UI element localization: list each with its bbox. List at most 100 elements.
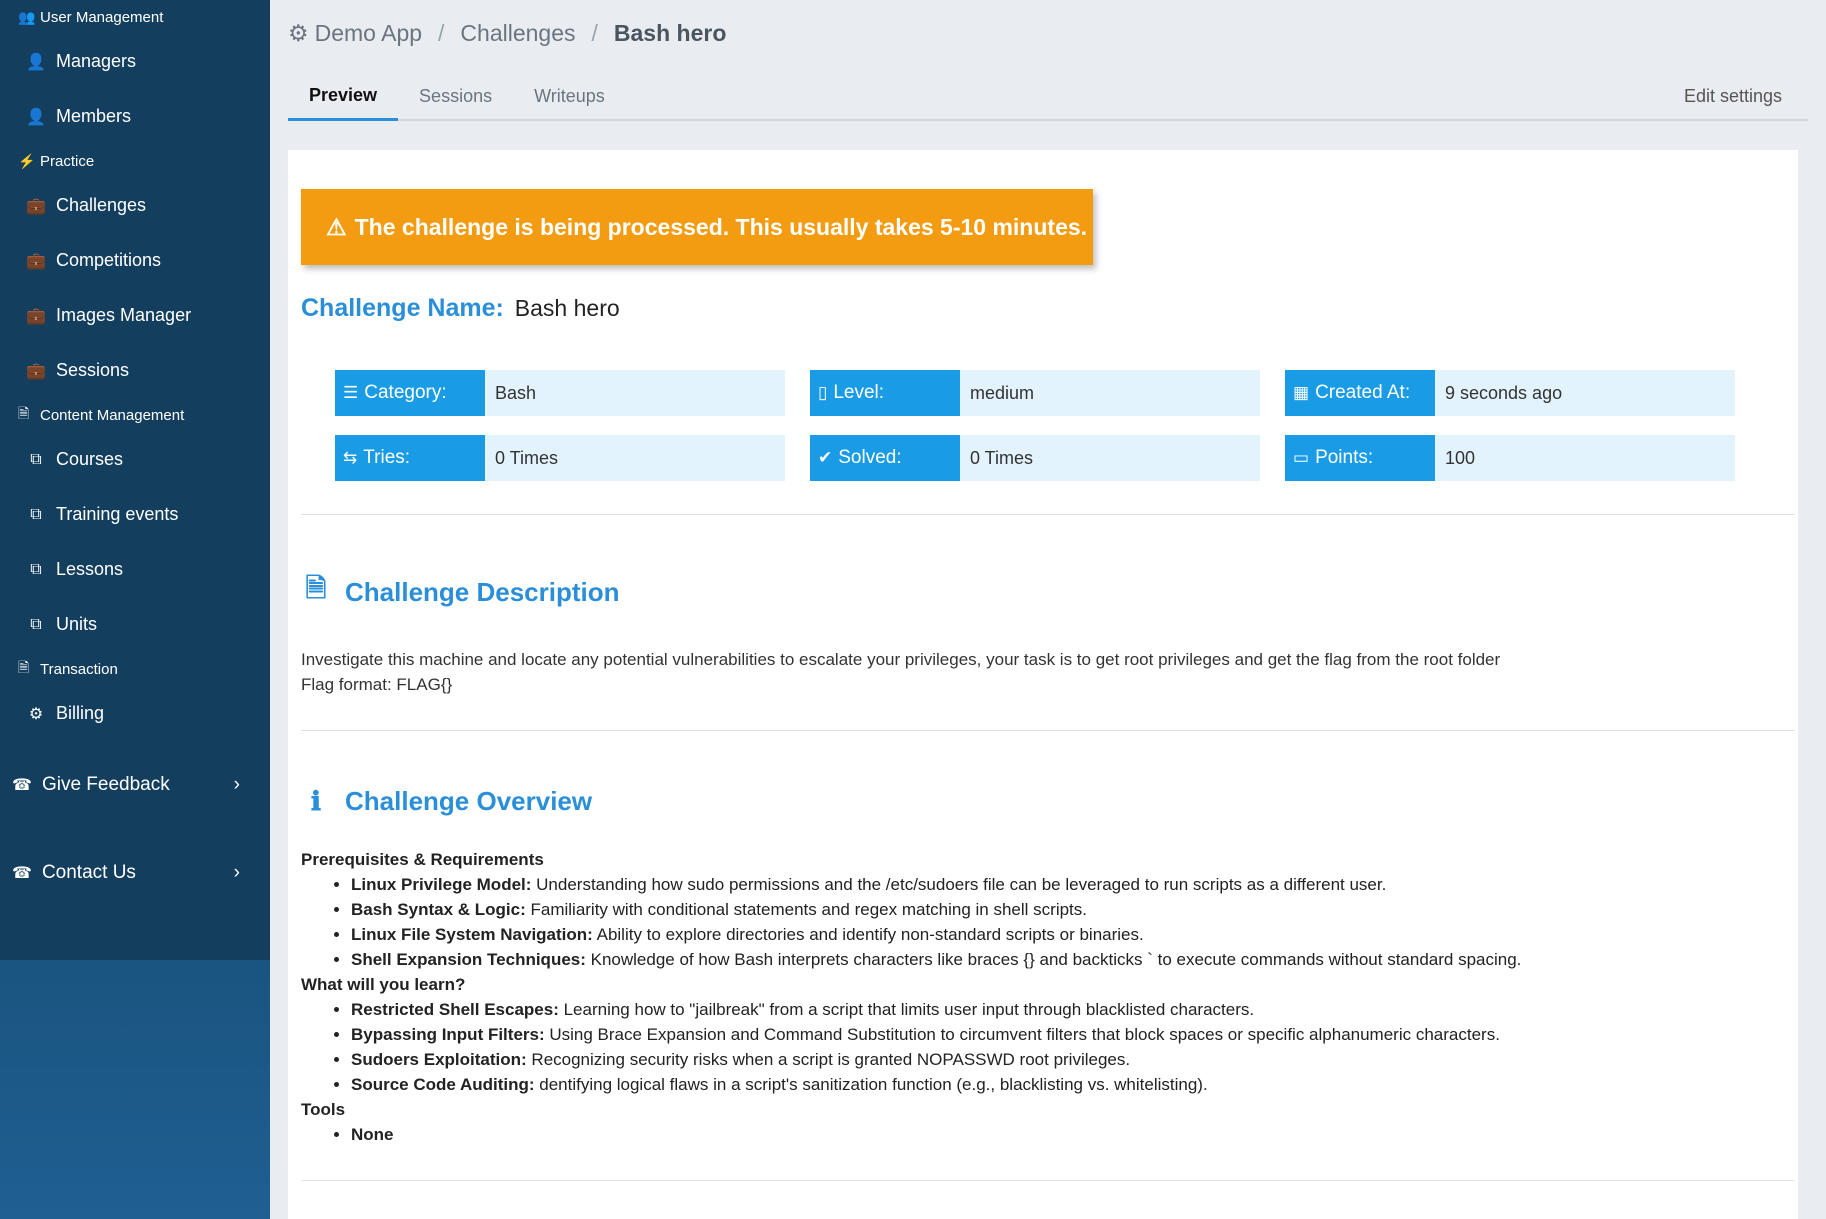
challenge-name: Challenge Name: Bash hero — [301, 294, 620, 323]
sidebar-item-challenges[interactable]: 💼 Challenges — [0, 178, 270, 233]
sidebar-item-lessons[interactable]: ⧉ Lessons — [0, 542, 270, 597]
stat-tries: ⇆ Tries: 0 Times — [335, 435, 785, 481]
item-term: Source Code Auditing: — [351, 1075, 535, 1094]
sidebar-item-managers[interactable]: 👤 Managers — [0, 34, 270, 89]
sidebar-section-content-management: 🗎 Content Management — [0, 398, 270, 432]
item-term: Restricted Shell Escapes: — [351, 1000, 559, 1019]
info-icon: ℹ — [311, 786, 321, 816]
overview-body: Prerequisites & Requirements Linux Privi… — [301, 847, 1521, 1147]
description-body: Investigate this machine and locate any … — [301, 647, 1500, 697]
sidebar-item-sessions[interactable]: 💼 Sessions — [0, 343, 270, 398]
users-icon: 👥 — [18, 8, 36, 25]
sidebar-contact-us[interactable]: ☎ Contact Us › — [0, 829, 270, 917]
item-term: None — [351, 1125, 394, 1144]
overview-heading: ℹ Challenge Overview — [301, 786, 592, 817]
description-line: Investigate this machine and locate any … — [301, 650, 1501, 669]
sidebar-section-practice: ⚡ Practice — [0, 144, 270, 178]
briefcase-icon: 💼 — [26, 307, 46, 325]
stat-value: medium — [970, 382, 1035, 403]
breadcrumb-separator: / — [591, 19, 598, 46]
stat-category: ☰ Category: Bash — [335, 370, 785, 416]
stat-solved: ✔ Solved: 0 Times — [810, 435, 1260, 481]
contact-us-label: Contact Us — [41, 862, 136, 883]
challenge-name-label: Challenge Name: — [301, 294, 504, 322]
stat-label: Solved: — [838, 447, 902, 468]
briefcase-icon: 💼 — [26, 362, 46, 380]
tab-writeups[interactable]: Writeups — [513, 86, 626, 119]
list-item: Bash Syntax & Logic: Familiarity with co… — [351, 897, 1521, 922]
sidebar-item-billing[interactable]: ⚙ Billing — [0, 686, 270, 741]
tools-heading: Tools — [301, 1100, 346, 1119]
prereq-list: Linux Privilege Model: Understanding how… — [301, 872, 1521, 972]
item-text: Using Brace Expansion and Command Substi… — [544, 1025, 1500, 1044]
sidebar-give-feedback[interactable]: ☎ Give Feedback › — [0, 741, 270, 829]
list-item: Shell Expansion Techniques: Knowledge of… — [351, 947, 1521, 972]
sidebar-section-user-management: 👥 User Management — [0, 0, 270, 34]
challenge-card: ⚠ The challenge is being processed. This… — [288, 150, 1798, 1219]
item-text: Ability to explore directories and ident… — [592, 925, 1144, 944]
breadcrumb-root[interactable]: Demo App — [315, 20, 422, 47]
sidebar-item-label: Training events — [56, 504, 179, 524]
stat-created-at: ▦ Created At: 9 seconds ago — [1285, 370, 1735, 416]
flag-format-line: Flag format: FLAG{} — [301, 675, 453, 694]
breadcrumb-current: Bash hero — [613, 19, 727, 46]
sidebar-item-units[interactable]: ⧉ Units — [0, 597, 270, 652]
item-text: Understanding how sudo permissions and t… — [531, 875, 1387, 894]
tab-preview[interactable]: Preview — [288, 85, 399, 121]
sidebar-item-training-events[interactable]: ⧉ Training events — [0, 487, 270, 542]
stat-value: 100 — [1445, 447, 1476, 468]
sidebar-section-transaction: 🗎 Transaction — [0, 652, 270, 686]
item-text: dentifying logical flaws in a script's s… — [534, 1075, 1208, 1094]
stat-level: ▯ Level: medium — [810, 370, 1260, 416]
list-item: Restricted Shell Escapes: Learning how t… — [351, 997, 1521, 1022]
battery-icon: ▯ — [818, 383, 828, 402]
main-content: ⚙ Demo App / Challenges / Bash hero Prev… — [288, 0, 1808, 1219]
stat-label: Points: — [1315, 447, 1374, 468]
sidebar-item-label: Challenges — [56, 195, 147, 215]
learn-heading: What will you learn? — [301, 975, 466, 994]
dashboard-icon: ⚙ — [288, 19, 309, 46]
user-icon: 👤 — [26, 53, 46, 71]
document-icon: 🗎 — [305, 573, 327, 603]
list-item: Source Code Auditing: dentifying logical… — [351, 1072, 1521, 1097]
item-term: Shell Expansion Techniques: — [351, 950, 586, 969]
breadcrumb-section[interactable]: Challenges — [460, 20, 575, 47]
list-item: Sudoers Exploitation: Recognizing securi… — [351, 1047, 1521, 1072]
list-item: Linux File System Navigation: Ability to… — [351, 922, 1521, 947]
sidebar-menu: 👥 User Management 👤 Managers 👤 Members ⚡… — [0, 0, 270, 960]
briefcase-icon: 💼 — [26, 252, 46, 270]
alert-text: The challenge is being processed. This u… — [354, 213, 1088, 240]
tab-sessions[interactable]: Sessions — [398, 86, 513, 119]
give-feedback-label: Give Feedback — [41, 774, 170, 795]
sidebar-section-label: Transaction — [40, 660, 118, 678]
prereq-heading: Prerequisites & Requirements — [301, 850, 544, 869]
stat-label: Category: — [364, 382, 447, 403]
document-icon: 🗎 — [18, 659, 30, 675]
breadcrumb: ⚙ Demo App / Challenges / Bash hero — [288, 0, 1808, 66]
item-term: Sudoers Exploitation: — [351, 1050, 527, 1069]
list-item: Linux Privilege Model: Understanding how… — [351, 872, 1521, 897]
sidebar-item-label: Courses — [56, 449, 124, 469]
item-text: Learning how to "jailbreak" from a scrip… — [558, 1000, 1255, 1019]
gears-icon: ⚙ — [28, 705, 44, 723]
edit-settings-link[interactable]: Edit settings — [1684, 86, 1782, 107]
stat-value: 0 Times — [970, 447, 1034, 468]
stat-label: Level: — [833, 382, 885, 403]
sidebar-item-images-manager[interactable]: 💼 Images Manager — [0, 288, 270, 343]
list-item: Bypassing Input Filters: Using Brace Exp… — [351, 1022, 1521, 1047]
item-text: Recognizing security risks when a script… — [526, 1050, 1131, 1069]
copy-icon: ⧉ — [30, 505, 42, 523]
sidebar-item-label: Competitions — [56, 250, 162, 270]
processing-alert: ⚠ The challenge is being processed. This… — [301, 189, 1093, 265]
item-term: Linux Privilege Model: — [351, 875, 532, 894]
item-term: Bash Syntax & Logic: — [351, 900, 526, 919]
user-icon: 👤 — [26, 108, 46, 126]
sidebar-item-courses[interactable]: ⧉ Courses — [0, 432, 270, 487]
sidebar-item-competitions[interactable]: 💼 Competitions — [0, 233, 270, 288]
stat-value: Bash — [495, 382, 537, 403]
sidebar-item-members[interactable]: 👤 Members — [0, 89, 270, 144]
sidebar-item-label: Images Manager — [56, 305, 192, 325]
stat-points: ▭ Points: 100 — [1285, 435, 1735, 481]
sidebar-section-label: Content Management — [40, 406, 185, 424]
check-circle-icon: ✔ — [818, 448, 833, 467]
